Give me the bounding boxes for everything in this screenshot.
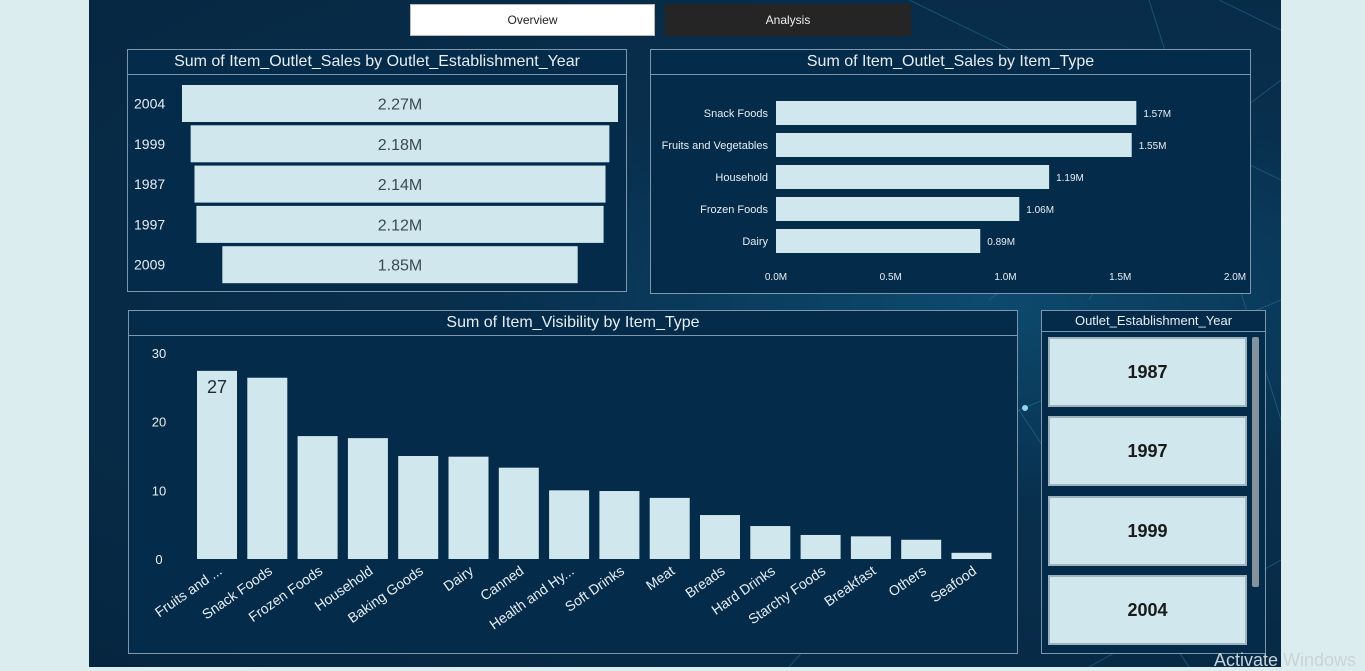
bar: [800, 534, 841, 559]
category-label: Fruits and Vegetables: [662, 140, 769, 152]
bar: [347, 438, 388, 559]
category-label: 1997: [134, 216, 165, 232]
data-label: 1.19M: [1056, 173, 1084, 184]
slicer-item-1997[interactable]: 1997: [1048, 416, 1247, 486]
data-label: 2.18M: [378, 137, 422, 154]
x-tick-label: Others: [885, 562, 929, 599]
x-tick-label: Health and Hy...: [486, 562, 577, 632]
slicer-item-1987[interactable]: 1987: [1048, 337, 1247, 407]
slicer-item-2004[interactable]: 2004: [1048, 575, 1247, 645]
bar: [700, 515, 740, 559]
tab-overview[interactable]: Overview: [410, 4, 655, 36]
bar: [951, 552, 992, 559]
data-label: 1.55M: [1139, 141, 1167, 152]
year-sales-chart[interactable]: Sum of Item_Outlet_Sales by Outlet_Estab…: [127, 49, 627, 292]
data-label: 27: [207, 377, 227, 397]
type-sales-svg: Snack Foods 1.57M Fruits and Vegetables 1.5…: [662, 101, 1246, 283]
bar: [398, 456, 439, 559]
bar: [649, 497, 690, 559]
x-tick-label: Dairy: [440, 562, 476, 594]
report-canvas: Overview Analysis Sum of Item_Outlet_Sal…: [89, 0, 1281, 667]
y-tick-label: 30: [152, 346, 166, 361]
data-label: 2.27M: [378, 97, 422, 114]
bar: [776, 229, 981, 253]
x-tick-label: 0.0M: [765, 272, 787, 283]
data-label: 0.89M: [987, 237, 1015, 248]
bar: [776, 165, 1050, 189]
y-tick-label: 20: [152, 415, 166, 430]
data-label: 1.06M: [1026, 205, 1054, 216]
type-sales-chart[interactable]: Sum of Item_Outlet_Sales by Item_Type Sn…: [650, 49, 1251, 294]
category-label: 1999: [134, 136, 165, 152]
bar: [448, 456, 489, 559]
bar: [901, 539, 942, 559]
bar: [247, 377, 288, 559]
bar: [197, 370, 237, 559]
bar: [750, 526, 791, 559]
slicer-title: Outlet_Establishment_Year: [1042, 311, 1265, 332]
category-label: 2004: [134, 96, 165, 112]
bar: [297, 436, 338, 559]
bar: [776, 133, 1132, 157]
data-label: 1.85M: [378, 258, 422, 275]
category-label: 2009: [134, 257, 165, 273]
data-label: 2.12M: [378, 217, 422, 234]
x-tick-label: Meat: [643, 562, 678, 593]
slicer-scrollbar[interactable]: [1252, 337, 1259, 587]
category-label: Household: [715, 172, 768, 184]
data-label: 1.57M: [1143, 109, 1171, 120]
x-tick-label: Breakfast: [821, 562, 879, 609]
bar: [850, 536, 891, 559]
bar: [599, 491, 640, 559]
x-tick-label: 0.5M: [880, 272, 902, 283]
y-tick-label: 10: [152, 483, 166, 498]
category-label: Dairy: [742, 236, 768, 248]
y-tick-label: 0: [155, 552, 162, 567]
slicer-item-1999[interactable]: 1999: [1048, 496, 1247, 566]
x-tick-label: Seafood: [927, 562, 979, 605]
activation-watermark: Activate Windows: [1214, 650, 1357, 670]
x-tick-label: 1.0M: [994, 272, 1016, 283]
bar: [498, 467, 539, 559]
x-tick-label: 2.0M: [1224, 272, 1246, 283]
year-sales-svg: 2004 2.27M 1999 2.18M 1987 2.14M 1997 2.12M 2009…: [134, 85, 618, 284]
year-slicer[interactable]: Outlet_Establishment_Year 1987 1997 1999…: [1041, 310, 1266, 654]
category-label: 1987: [134, 176, 165, 192]
visibility-chart[interactable]: Sum of Item_Visibility by Item_Type 0 10 2…: [128, 310, 1018, 654]
x-tick-label: 1.5M: [1109, 272, 1131, 283]
data-label: 2.14M: [378, 177, 422, 194]
bar: [776, 101, 1137, 125]
category-label: Snack Foods: [704, 108, 769, 120]
bar: [549, 490, 590, 559]
category-label: Frozen Foods: [700, 204, 768, 216]
visibility-svg: 0102030Fruits and ...Snack FoodsFrozen F…: [152, 346, 992, 632]
bar: [776, 197, 1020, 221]
tab-analysis[interactable]: Analysis: [665, 4, 911, 36]
